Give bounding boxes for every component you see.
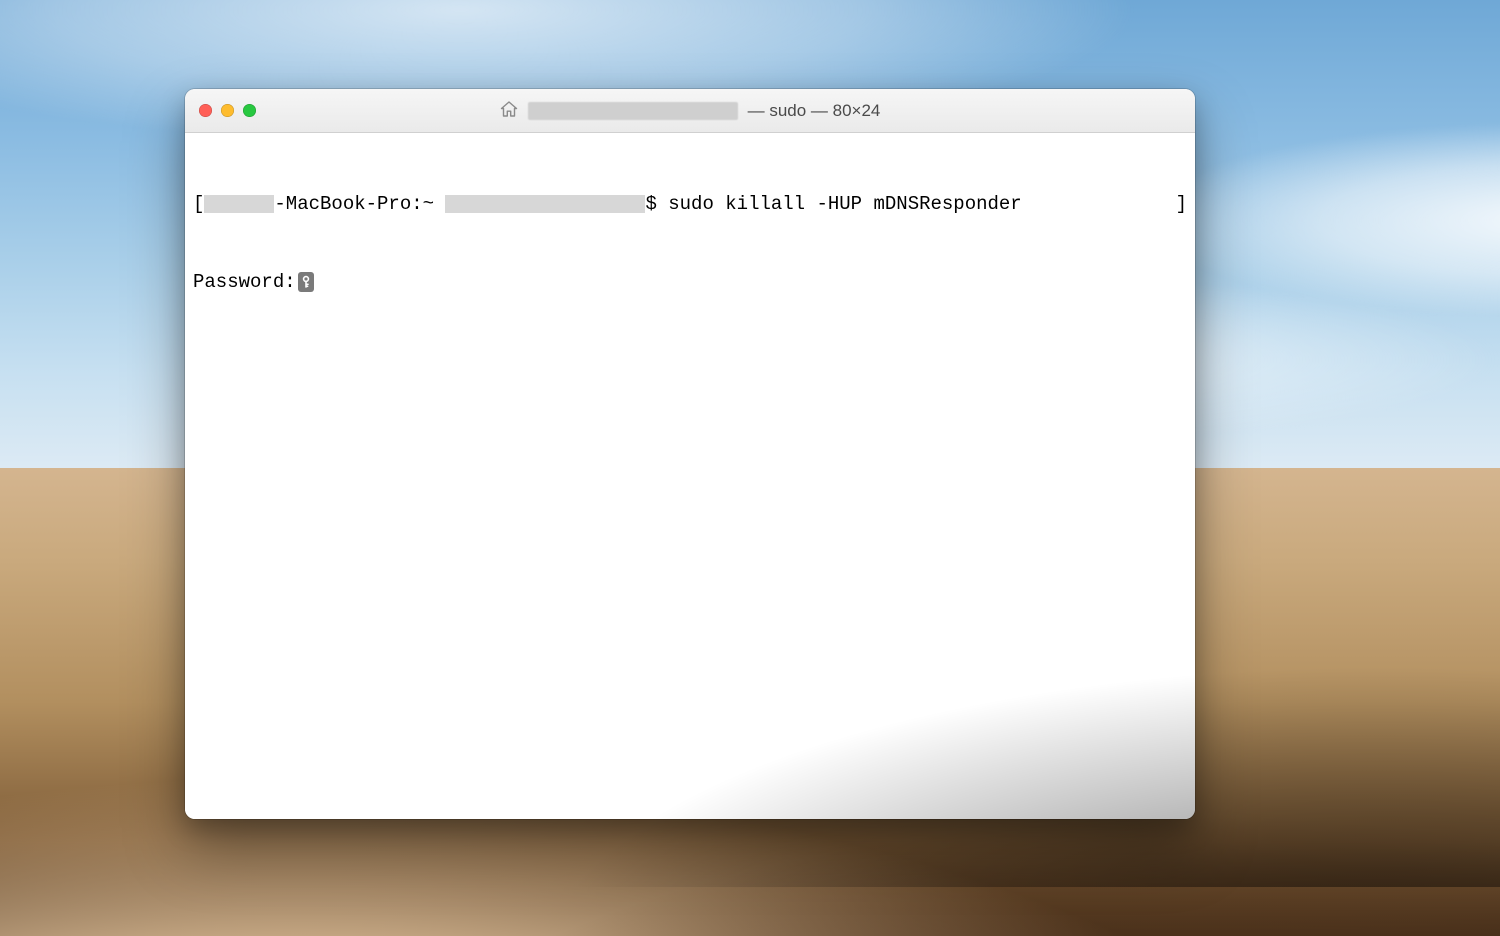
terminal-content[interactable]: [ -MacBook-Pro:~ $ sudo killall -HUP mDN… — [185, 133, 1195, 819]
bracket-open: [ — [193, 191, 204, 217]
window-titlebar[interactable]: — sudo — 80×24 — [185, 89, 1195, 133]
close-button[interactable] — [199, 104, 212, 117]
command-text: sudo killall -HUP mDNSResponder — [668, 191, 1021, 217]
terminal-window: — sudo — 80×24 [ -MacBook-Pro:~ $ sudo k… — [185, 89, 1195, 819]
prompt-symbol: $ — [645, 191, 668, 217]
password-prompt: Password: — [193, 269, 296, 295]
title-hostname-redacted — [528, 102, 738, 120]
hostname-redacted — [204, 195, 274, 213]
zoom-button[interactable] — [243, 104, 256, 117]
window-controls — [185, 104, 256, 117]
host-suffix: -MacBook-Pro:~ — [274, 191, 445, 217]
terminal-line-1: [ -MacBook-Pro:~ $ sudo killall -HUP mDN… — [193, 191, 1187, 217]
window-title: — sudo — 80×24 — [185, 101, 1195, 120]
bracket-close: ] — [1176, 191, 1187, 217]
terminal-line-2: Password: — [193, 269, 1187, 295]
desktop-wallpaper: — sudo — 80×24 [ -MacBook-Pro:~ $ sudo k… — [0, 0, 1500, 936]
username-redacted — [445, 195, 645, 213]
minimize-button[interactable] — [221, 104, 234, 117]
home-icon — [500, 101, 518, 120]
title-suffix: — sudo — 80×24 — [748, 102, 881, 119]
key-icon — [298, 272, 314, 292]
